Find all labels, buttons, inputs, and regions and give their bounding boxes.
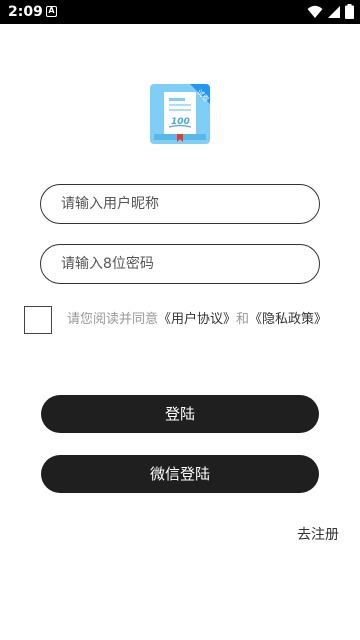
password-input[interactable] [41,245,319,283]
status-time: 2:09 [8,4,43,20]
wifi-icon [307,5,323,18]
battery-icon [345,4,354,19]
user-agreement-link[interactable]: 《用户协议》 [158,312,236,327]
password-field[interactable] [40,244,320,284]
login-button[interactable]: 登陆 [41,395,319,433]
agreement-checkbox[interactable] [24,306,52,334]
agreement-prefix: 请您阅读并同意 [67,312,159,327]
nickname-field[interactable] [40,184,320,224]
signal-icon [328,5,340,18]
wechat-login-button[interactable]: 微信登陆 [41,455,319,493]
agreement-text: 请您阅读并同意《用户协议》和《隐私政策》 [67,311,327,329]
agreement-connector: 和 [236,312,250,327]
nickname-input[interactable] [41,185,319,223]
app-logo: 100 试卷 [150,84,210,144]
status-bar: 2:09 A [0,0,360,24]
privacy-policy-link[interactable]: 《隐私政策》 [249,312,327,327]
register-link[interactable]: 去注册 [297,526,339,544]
notification-icon: A [46,6,57,17]
